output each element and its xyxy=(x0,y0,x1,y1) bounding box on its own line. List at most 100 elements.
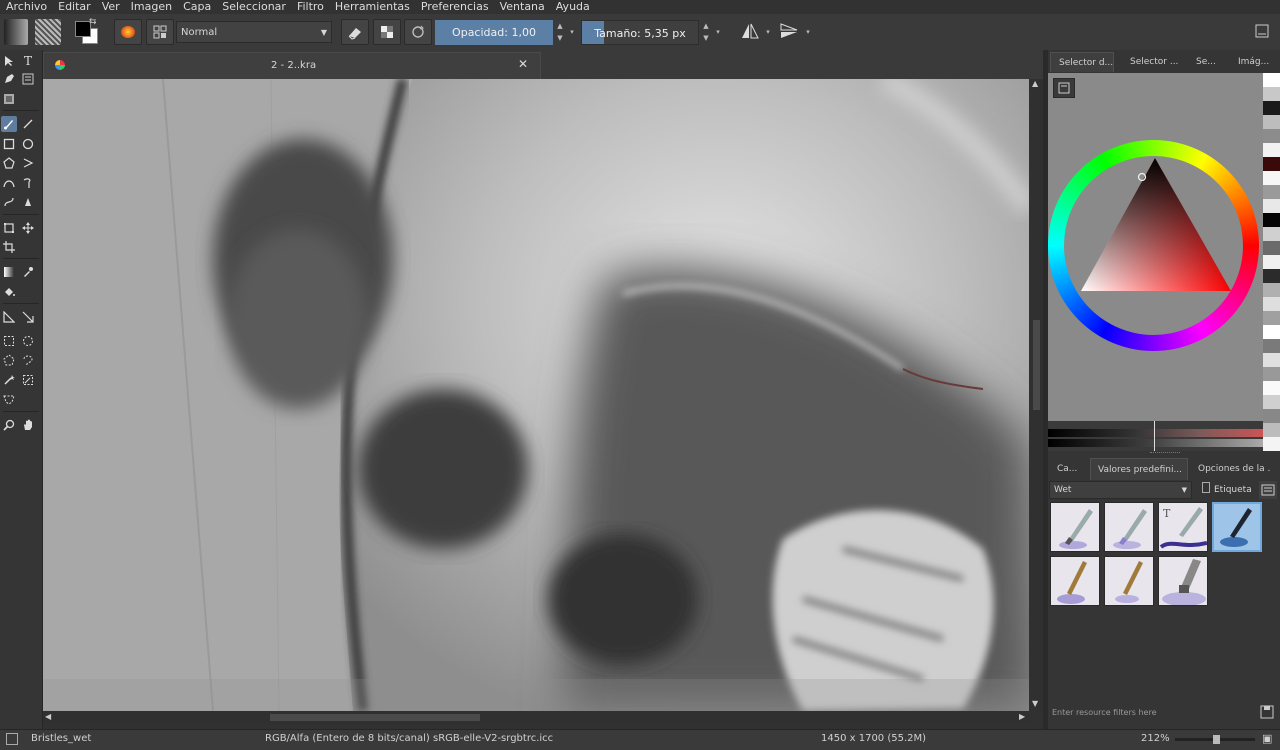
edit-shapes-tool[interactable] xyxy=(1,71,17,87)
horizontal-scrollbar[interactable]: ◀ ▶ xyxy=(43,711,1029,724)
brush-settings-button[interactable] xyxy=(146,19,174,45)
preset-tag-select[interactable]: Wet ▼ xyxy=(1049,481,1192,499)
status-color-space[interactable]: RGB/Alfa (Entero de 8 bits/canal) sRGB-e… xyxy=(265,733,553,744)
crop-tool[interactable] xyxy=(1,239,17,255)
preset-view-button[interactable] xyxy=(1259,481,1277,499)
select-shapes-tool[interactable] xyxy=(1,53,17,69)
bezier-selection-tool[interactable] xyxy=(1,391,17,407)
brush-preset-tile[interactable] xyxy=(1050,502,1100,552)
color-swatch[interactable] xyxy=(1263,437,1280,451)
shade-gradient-strip[interactable] xyxy=(1048,429,1263,437)
move-tool[interactable] xyxy=(20,220,36,236)
color-picker-tool[interactable] xyxy=(20,264,36,280)
tab-layers[interactable]: Ca... xyxy=(1050,458,1086,480)
color-swatch[interactable] xyxy=(1263,297,1280,311)
color-swatch[interactable] xyxy=(1263,129,1280,143)
save-filter-button[interactable] xyxy=(1259,704,1275,720)
polygonal-selection-tool[interactable] xyxy=(1,352,17,368)
menu-preferencias[interactable]: Preferencias xyxy=(415,0,494,14)
color-swatch[interactable] xyxy=(1263,311,1280,325)
close-tab-icon[interactable]: ✕ xyxy=(518,57,528,71)
scroll-left-icon[interactable]: ◀ xyxy=(45,712,51,721)
color-swatch[interactable] xyxy=(1263,199,1280,213)
assistant-tool[interactable] xyxy=(1,309,17,325)
brush-preset-tile[interactable] xyxy=(1104,556,1154,606)
ellipse-tool[interactable] xyxy=(20,136,36,152)
color-swatch[interactable] xyxy=(1263,255,1280,269)
color-swatch[interactable] xyxy=(1263,87,1280,101)
bezier-tool[interactable] xyxy=(1,175,17,191)
tag-menu-button[interactable]: Etiqueta xyxy=(1198,481,1256,499)
similar-selection-tool[interactable] xyxy=(20,372,36,388)
mirror-horizontal-menu[interactable]: ▾ xyxy=(762,20,774,45)
brush-preset-tile-selected[interactable] xyxy=(1212,502,1262,552)
brush-preset-tile[interactable] xyxy=(1158,556,1208,606)
horizontal-scroll-thumb[interactable] xyxy=(270,714,480,721)
color-swatch[interactable] xyxy=(1263,395,1280,409)
fullscreen-icon[interactable]: ▣ xyxy=(1262,732,1272,745)
polygon-tool[interactable] xyxy=(1,155,17,171)
transform-tool[interactable] xyxy=(1,220,17,236)
color-swatch[interactable] xyxy=(1263,101,1280,115)
pan-tool[interactable] xyxy=(20,417,36,433)
brush-presets-button[interactable] xyxy=(114,19,142,45)
gradient-selector-button[interactable] xyxy=(4,19,28,45)
freehand-path-tool[interactable] xyxy=(20,175,36,191)
color-swatch[interactable] xyxy=(1263,213,1280,227)
mirror-vertical-menu[interactable]: ▾ xyxy=(802,20,814,45)
menu-archivo[interactable]: Archivo xyxy=(0,0,52,14)
menu-filtro[interactable]: Filtro xyxy=(291,0,329,14)
scroll-right-icon[interactable]: ▶ xyxy=(1019,712,1025,721)
dynamic-brush-tool[interactable] xyxy=(1,194,17,210)
color-swatch[interactable] xyxy=(1263,409,1280,423)
color-swatch[interactable] xyxy=(1263,171,1280,185)
menu-imagen[interactable]: Imagen xyxy=(125,0,177,14)
color-swatch[interactable] xyxy=(1263,269,1280,283)
color-swatch[interactable] xyxy=(1263,325,1280,339)
preserve-alpha-button[interactable] xyxy=(373,19,401,45)
blending-mode-select[interactable]: Normal ▼ xyxy=(176,21,332,43)
freehand-selection-tool[interactable] xyxy=(20,352,36,368)
tab-images[interactable]: Imág... xyxy=(1230,52,1270,72)
scroll-down-icon[interactable]: ▼ xyxy=(1032,699,1038,708)
contiguous-selection-tool[interactable] xyxy=(1,372,17,388)
color-swatch[interactable] xyxy=(1263,115,1280,129)
polyline-tool[interactable] xyxy=(20,155,36,171)
value-gradient-strip[interactable] xyxy=(1048,439,1263,447)
mirror-vertical-button[interactable] xyxy=(777,19,801,43)
zoom-tool[interactable] xyxy=(1,417,17,433)
zoom-slider[interactable] xyxy=(1175,735,1255,744)
tab-brush-presets[interactable]: Valores predefini... xyxy=(1090,458,1188,480)
menu-seleccionar[interactable]: Seleccionar xyxy=(216,0,291,14)
toolbar-menu-button[interactable] xyxy=(1250,19,1274,43)
brush-preset-tile[interactable]: T xyxy=(1158,502,1208,552)
menu-editar[interactable]: Editar xyxy=(52,0,96,14)
color-swatch[interactable] xyxy=(1263,339,1280,353)
color-swatch[interactable] xyxy=(1263,367,1280,381)
reload-preset-button[interactable] xyxy=(404,19,432,45)
menu-ventana[interactable]: Ventana xyxy=(494,0,550,14)
color-swatch[interactable] xyxy=(1263,227,1280,241)
tab-tool-options[interactable]: Opciones de la ... xyxy=(1191,458,1271,480)
color-swatch[interactable] xyxy=(1263,283,1280,297)
color-swatch[interactable] xyxy=(1263,423,1280,437)
measure-tool[interactable] xyxy=(20,309,36,325)
opacity-slider[interactable]: Opacidad: 1,00 xyxy=(435,20,553,45)
menu-herramientas[interactable]: Herramientas xyxy=(329,0,415,14)
elliptical-selection-tool[interactable] xyxy=(20,333,36,349)
menu-capa[interactable]: Capa xyxy=(177,0,216,14)
color-swatch[interactable] xyxy=(1263,157,1280,171)
vertical-scroll-thumb[interactable] xyxy=(1033,320,1040,410)
tab-third[interactable]: Se... xyxy=(1188,52,1224,72)
color-swatch[interactable] xyxy=(1263,353,1280,367)
color-swatch[interactable] xyxy=(1263,73,1280,87)
menu-ayuda[interactable]: Ayuda xyxy=(550,0,595,14)
brush-size-spinner[interactable]: ▲ ▼ xyxy=(700,20,712,45)
brush-preset-tile[interactable] xyxy=(1050,556,1100,606)
vertical-scrollbar[interactable]: ▲ ▼ xyxy=(1030,79,1043,711)
scroll-up-icon[interactable]: ▲ xyxy=(1032,79,1038,88)
brush-size-menu-button[interactable]: ▾ xyxy=(712,20,724,45)
tab-advanced-color-selector[interactable]: Selector d... xyxy=(1050,52,1114,72)
foreground-background-color-button[interactable]: ⇆ xyxy=(74,17,100,44)
document-tab[interactable]: 2 - 2..kra ✕ xyxy=(43,52,541,79)
